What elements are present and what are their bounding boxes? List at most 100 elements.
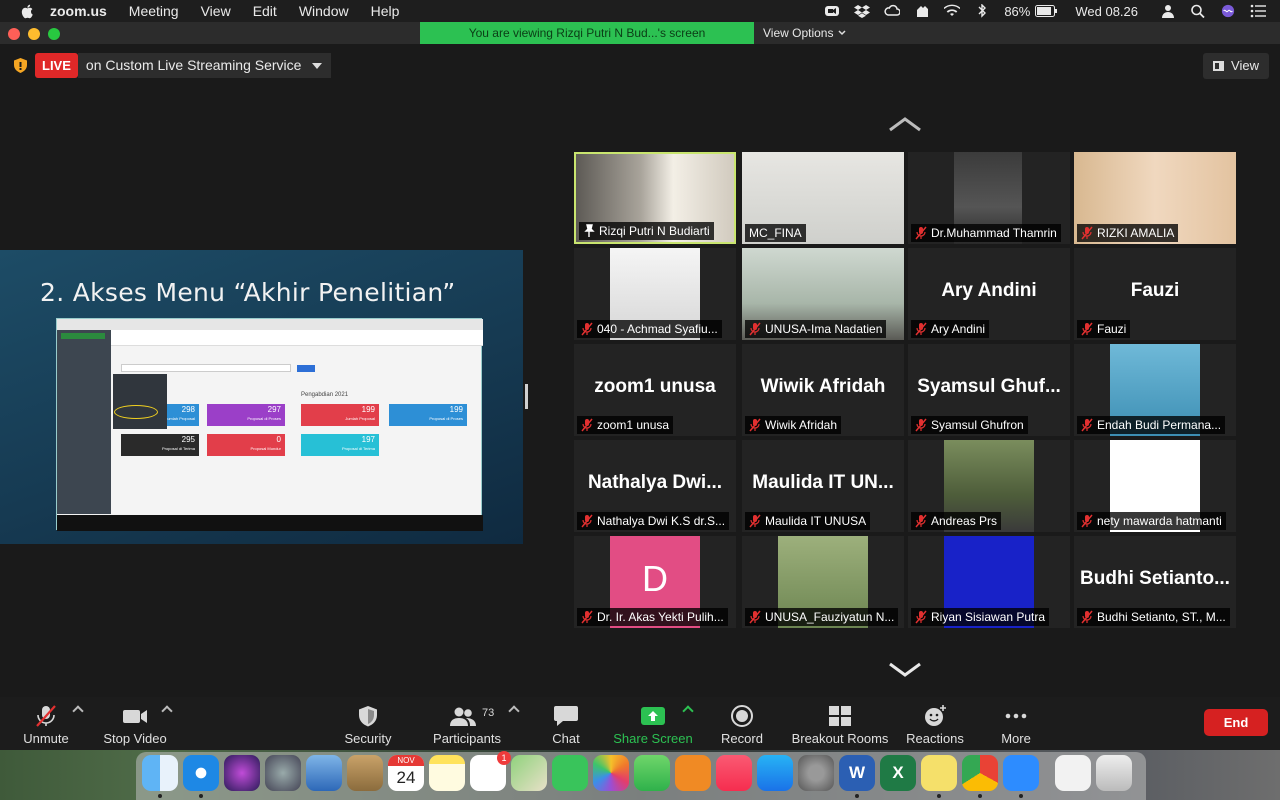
gesture-icon[interactable] (914, 4, 930, 18)
bluetooth-icon[interactable] (974, 4, 990, 18)
close-window-button[interactable] (8, 28, 20, 40)
participant-tile[interactable]: RIZKI AMALIA (1074, 152, 1236, 244)
view-layout-button[interactable]: View (1203, 53, 1269, 79)
participant-tile[interactable]: Andreas Prs (908, 440, 1070, 532)
zoom-app-icon[interactable] (1003, 755, 1039, 791)
menu-view[interactable]: View (201, 3, 231, 19)
apple-icon[interactable] (20, 3, 36, 19)
breakout-rooms-button[interactable]: Breakout Rooms (790, 697, 890, 750)
menu-meeting[interactable]: Meeting (129, 3, 179, 19)
battery-icon[interactable] (1035, 4, 1058, 18)
facetime-icon[interactable] (552, 755, 588, 791)
participant-name: nety mawarda hatmanti (1097, 514, 1222, 528)
menu-app-name[interactable]: zoom.us (50, 3, 107, 19)
participant-tile[interactable]: Maulida IT UN... Maulida IT UNUSA (742, 440, 904, 532)
live-badge[interactable]: LIVE (35, 53, 78, 78)
gallery-next-page-icon[interactable] (888, 662, 922, 678)
participant-tile[interactable]: Rizqi Putri N Budiarti (574, 152, 736, 244)
wifi-icon[interactable] (944, 4, 961, 18)
clock[interactable]: Wed 08.26 (1075, 4, 1138, 19)
participant-tile[interactable]: Wiwik Afridah Wiwik Afridah (742, 344, 904, 436)
dropbox-icon[interactable] (854, 4, 871, 18)
participant-tile[interactable]: Syamsul Ghuf... Syamsul Ghufron (908, 344, 1070, 436)
participant-tile[interactable]: zoom1 unusa zoom1 unusa (574, 344, 736, 436)
spotlight-search-icon[interactable] (1190, 4, 1206, 18)
participant-tile[interactable]: Riyan Sisiawan Putra (908, 536, 1070, 628)
participant-tile[interactable]: Dr.Muhammad Thamrin (908, 152, 1070, 244)
notes-icon[interactable] (429, 755, 465, 791)
participant-tile[interactable]: D Dr. Ir. Akas Yekti Pulih... (574, 536, 736, 628)
notification-center-icon[interactable] (1250, 4, 1266, 18)
reminders-icon[interactable]: 1 (470, 751, 511, 791)
participant-name: Rizqi Putri N Budiarti (599, 224, 710, 238)
end-meeting-button[interactable]: End (1204, 709, 1268, 736)
participant-tile[interactable]: Nathalya Dwi... Nathalya Dwi K.S dr.S... (574, 440, 736, 532)
fullscreen-window-button[interactable] (48, 28, 60, 40)
photos-icon[interactable] (593, 755, 629, 791)
unmute-button[interactable]: Unmute (16, 697, 76, 750)
zoom-status-icon[interactable] (824, 4, 840, 18)
participant-name-label: Syamsul Ghufron (911, 416, 1028, 434)
textedit-doc-icon[interactable] (1055, 755, 1091, 791)
participant-tile[interactable]: UNUSA_Fauziyatun N... (742, 536, 904, 628)
word-icon[interactable]: W (839, 755, 875, 791)
books-icon[interactable] (675, 755, 711, 791)
mic-muted-icon (915, 610, 927, 624)
participant-name-label: nety mawarda hatmanti (1077, 512, 1226, 530)
record-button[interactable]: Record (714, 697, 770, 750)
split-resize-handle[interactable] (525, 384, 528, 409)
user-icon[interactable] (1160, 4, 1176, 18)
calendar-day: 24 (396, 768, 416, 787)
system-preferences-icon[interactable] (798, 755, 834, 791)
excel-icon[interactable]: X (880, 755, 916, 791)
calendar-icon[interactable]: NOV 24 (388, 755, 424, 791)
participants-options-caret-icon[interactable] (508, 705, 520, 717)
participant-name: RIZKI AMALIA (1097, 226, 1175, 240)
trash-icon[interactable] (1096, 755, 1132, 791)
status-area: 86% Wed 08.26 (810, 0, 1280, 22)
shared-screen-view[interactable]: 2. Akses Menu “Akhir Penelitian” Pengabd… (0, 250, 523, 544)
stop-video-button[interactable]: Stop Video (100, 697, 170, 750)
preview-icon[interactable] (306, 755, 342, 791)
participant-tile[interactable]: Endah Budi Permana... (1074, 344, 1236, 436)
participant-tile[interactable]: Budhi Setianto... Budhi Setianto, ST., M.… (1074, 536, 1236, 628)
dock-running-indicator (1019, 794, 1023, 798)
finder-icon[interactable] (142, 755, 178, 791)
siri-icon[interactable] (1220, 4, 1236, 18)
cloud-sync-icon[interactable] (884, 4, 901, 18)
layout-icon (1213, 61, 1225, 71)
messages-icon[interactable] (634, 755, 670, 791)
minimize-window-button[interactable] (28, 28, 40, 40)
participant-tile[interactable]: nety mawarda hatmanti (1074, 440, 1236, 532)
participant-name-label: Fauzi (1077, 320, 1131, 338)
music-icon[interactable] (716, 755, 752, 791)
stickies-icon[interactable] (921, 755, 957, 791)
reactions-button[interactable]: Reactions (904, 697, 966, 750)
share-screen-button[interactable]: Share Screen (612, 697, 694, 750)
participants-button[interactable]: 73 Participants (428, 697, 506, 750)
security-shield-icon[interactable] (14, 58, 27, 73)
launchpad-icon[interactable] (265, 755, 301, 791)
security-button[interactable]: Security (338, 697, 398, 750)
maps-icon[interactable] (511, 755, 547, 791)
chat-button[interactable]: Chat (540, 697, 592, 750)
view-options-button[interactable]: View Options (754, 22, 860, 44)
participant-tile[interactable]: Fauzi Fauzi (1074, 248, 1236, 340)
more-button[interactable]: More (994, 697, 1038, 750)
menu-edit[interactable]: Edit (253, 3, 277, 19)
mac-menu-bar: zoom.us Meeting View Edit Window Help 86… (0, 0, 1280, 22)
live-stream-service-dropdown[interactable]: on Custom Live Streaming Service (77, 53, 332, 78)
safari-icon[interactable] (183, 755, 219, 791)
live-stream-bar: LIVE on Custom Live Streaming Service (14, 53, 332, 78)
app-store-icon[interactable] (757, 755, 793, 791)
participant-tile[interactable]: 040 - Achmad Syafiu... (574, 248, 736, 340)
gallery-prev-page-icon[interactable] (888, 116, 922, 132)
menu-help[interactable]: Help (371, 3, 400, 19)
participant-tile[interactable]: MC_FINA (742, 152, 904, 244)
participant-tile[interactable]: UNUSA-Ima Nadatien (742, 248, 904, 340)
contacts-icon[interactable] (347, 755, 383, 791)
menu-window[interactable]: Window (299, 3, 349, 19)
chrome-icon[interactable] (962, 755, 998, 791)
participant-tile[interactable]: Ary Andini Ary Andini (908, 248, 1070, 340)
siri-app-icon[interactable] (224, 755, 260, 791)
